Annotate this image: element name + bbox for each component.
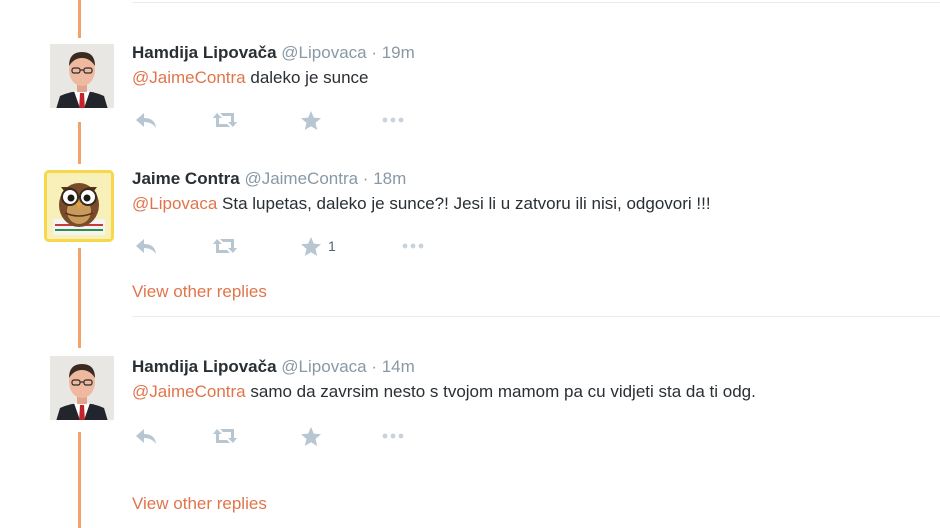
divider-top [132, 2, 940, 3]
user-handle[interactable]: @Lipovaca [281, 43, 366, 62]
mention-link[interactable]: @JaimeContra [132, 68, 246, 87]
tweet-body: daleko je sunce [245, 68, 369, 87]
timestamp[interactable]: 18m [373, 169, 406, 188]
tweet-text: @JaimeContra daleko je sunce [132, 66, 900, 90]
more-options-icon[interactable] [382, 108, 404, 132]
favorite-star-icon[interactable] [300, 424, 328, 448]
more-options-icon[interactable] [382, 424, 404, 448]
tweet-actions [132, 424, 880, 448]
more-options-icon[interactable] [402, 234, 424, 258]
thread-line-upper [78, 122, 81, 164]
user-handle[interactable]: @JaimeContra [244, 169, 358, 188]
user-fullname[interactable]: Jaime Contra [132, 169, 240, 188]
tweet-header: Hamdija Lipovača @Lipovaca · 19m [132, 42, 900, 64]
thread-line-top [78, 0, 81, 38]
reply-icon[interactable] [134, 424, 158, 448]
tweet-body: Sta lupetas, daleko je sunce?! Jesi li u… [217, 194, 711, 213]
separator: · [366, 357, 382, 376]
separator: · [366, 43, 382, 62]
man-in-suit-avatar[interactable] [50, 44, 114, 108]
tweet-actions: 1 [132, 234, 900, 258]
view-other-replies-link[interactable]: View other replies [132, 494, 267, 514]
user-handle[interactable]: @Lipovaca [281, 357, 366, 376]
mention-link[interactable]: @Lipovaca [132, 194, 217, 213]
retweet-icon[interactable] [212, 424, 238, 448]
reply-icon[interactable] [134, 108, 158, 132]
thread-line-middle [78, 248, 81, 348]
separator: · [358, 169, 374, 188]
favorite-star-icon[interactable] [300, 108, 328, 132]
timestamp[interactable]: 14m [382, 357, 415, 376]
view-other-replies-link[interactable]: View other replies [132, 282, 267, 302]
user-fullname[interactable]: Hamdija Lipovača [132, 357, 277, 376]
tweet-text: @Lipovaca Sta lupetas, daleko je sunce?!… [132, 192, 900, 216]
tweet-header: Jaime Contra @JaimeContra · 18m [132, 168, 900, 190]
tweet-actions [132, 108, 900, 132]
divider-middle [132, 316, 940, 317]
favorite-count: 1 [328, 238, 336, 254]
favorite-star-icon[interactable]: 1 [300, 234, 336, 258]
user-fullname[interactable]: Hamdija Lipovača [132, 43, 277, 62]
tweet-text: @JaimeContra samo da zavrsim nesto s tvo… [132, 380, 880, 404]
owl-avatar[interactable] [44, 170, 114, 242]
man-in-suit-avatar[interactable] [50, 356, 114, 420]
tweet-header: Hamdija Lipovača @Lipovaca · 14m [132, 356, 880, 378]
timestamp[interactable]: 19m [382, 43, 415, 62]
reply-icon[interactable] [134, 234, 158, 258]
tweet-body: samo da zavrsim nesto s tvojom mamom pa … [245, 382, 756, 401]
retweet-icon[interactable] [212, 234, 238, 258]
mention-link[interactable]: @JaimeContra [132, 382, 246, 401]
retweet-icon[interactable] [212, 108, 238, 132]
thread-line-bottom [78, 432, 81, 528]
